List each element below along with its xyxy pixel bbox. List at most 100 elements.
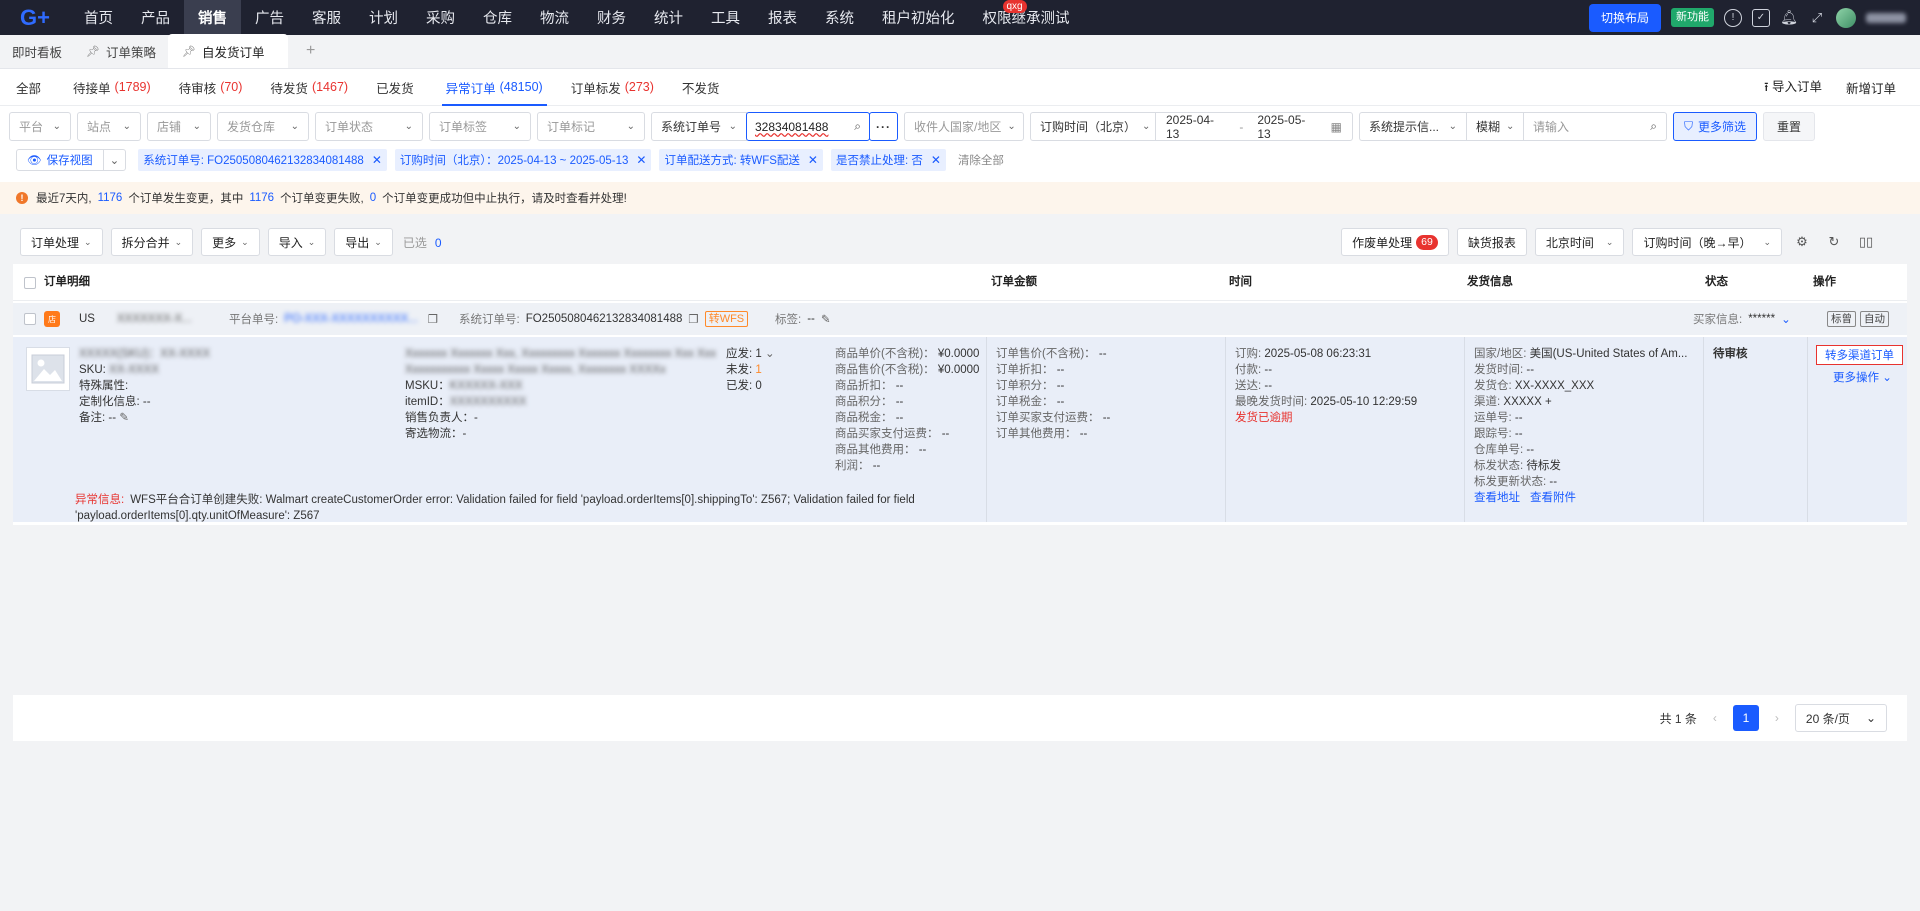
user-name-blurred[interactable] [1866,12,1906,23]
close-icon[interactable]: ✕ [372,153,382,167]
shop-select[interactable]: 店铺 ⌄ [147,112,211,141]
sort-select[interactable]: 订购时间（晚→早） ⌄ [1632,228,1782,256]
nav-item-10[interactable]: 统计 [640,0,697,35]
new-feature-button[interactable]: 新功能 [1671,8,1714,27]
more-button[interactable]: 更多 ⌄ [201,228,260,256]
fullscreen-icon[interactable]: ⤢ [1808,9,1826,27]
edit-icon[interactable]: ✎ [119,412,129,424]
app-logo[interactable]: G+ [0,0,70,35]
order-status-select[interactable]: 订单状态 ⌄ [315,112,423,141]
nav-item-8[interactable]: 物流 [526,0,583,35]
more-search-button[interactable]: ··· [869,112,898,141]
date-range-picker[interactable]: 2025-04-13-2025-05-13 ▦ [1155,112,1353,141]
close-icon[interactable]: ✕ [636,153,646,167]
site-select[interactable]: 站点 ⌄ [77,112,141,141]
nav-item-14[interactable]: 租户初始化 [868,0,969,35]
field-row: 商品买家支付运费： -- [835,428,950,440]
settings-icon[interactable]: ⚙ [1790,230,1814,254]
mark-button[interactable]: 标曾 [1827,311,1856,327]
convert-multichannel-button[interactable]: 转多渠道订单 [1816,345,1903,365]
chevron-down-icon: ⌄ [52,121,61,132]
avatar[interactable] [1836,7,1856,28]
page-1-button[interactable]: 1 [1732,705,1759,731]
nav-item-7[interactable]: 仓库 [469,0,526,35]
add-order-button[interactable]: 新增订单 [1846,78,1896,97]
next-page-icon[interactable]: › [1775,711,1779,725]
prev-page-icon[interactable]: ‹ [1713,711,1717,725]
status-tab-1[interactable]: 待接单 (1789) [59,69,165,106]
nav-item-9[interactable]: 财务 [583,0,640,35]
view-attachment-link[interactable]: 查看附件 [1530,492,1576,504]
auto-button[interactable]: 自动 [1860,311,1889,327]
row-checkbox[interactable] [24,303,36,335]
edit-icon[interactable]: ✎ [821,312,831,326]
keyword-input[interactable]: 请输入 ⌕ [1523,112,1667,141]
task-icon[interactable]: ✓ [1752,8,1770,27]
add-tab-button[interactable]: + [288,34,333,68]
nav-item-15[interactable]: 权限继承测试 qxg [969,0,1084,35]
clear-all-link[interactable]: 清除全部 [958,152,1004,168]
copy-icon[interactable]: ❐ [688,312,698,326]
close-icon[interactable]: ✕ [808,153,818,167]
page-size-select[interactable]: 20 条/页 ⌄ [1794,704,1887,732]
chevron-down-icon[interactable]: ⌄ [765,348,775,360]
select-all-checkbox[interactable] [24,277,36,289]
split-merge-button[interactable]: 拆分合并 ⌄ [110,228,194,256]
refresh-icon[interactable]: ↻ [1822,230,1846,254]
switch-layout-button[interactable]: 切换布局 [1588,3,1661,32]
system-tip-select[interactable]: 系统提示信... ⌄ [1359,112,1467,141]
import-button[interactable]: 导入 ⌄ [267,228,327,256]
nav-badge: qxg [1002,0,1027,13]
status-tab-2[interactable]: 待审核 (70) [165,69,257,106]
reset-button[interactable]: 重置 [1763,112,1816,141]
nav-item-12[interactable]: 报表 [754,0,811,35]
status-tab-5[interactable]: 异常订单 (48150) [432,69,557,106]
status-tab-3[interactable]: 待发货 (1467) [256,69,362,106]
order-tag-select[interactable]: 订单标签 ⌄ [429,112,531,141]
status-tab-4[interactable]: 已发货 [362,69,432,106]
copy-icon[interactable]: ❐ [428,312,438,326]
chevron-down-icon[interactable]: ⌄ [104,153,126,167]
nav-item-11[interactable]: 工具 [697,0,754,35]
order-mark-select[interactable]: 订单标记 ⌄ [537,112,645,141]
import-order-button[interactable]: ⭱ 导入订单 [1764,76,1822,99]
timezone-select[interactable]: 北京时间 ⌄ [1534,228,1625,256]
more-actions-link[interactable]: 更多操作 ⌄ [1833,370,1892,386]
search-icon[interactable]: ⌕ [854,119,861,134]
product-image[interactable] [26,347,70,391]
search-icon[interactable]: ⌕ [1650,119,1657,134]
match-mode-select[interactable]: 模糊 ⌄ [1466,112,1524,141]
status-tab-7[interactable]: 不发货 [668,69,738,106]
recipient-country-select[interactable]: 收件人国家/地区 ⌄ [904,112,1024,141]
page-tab-self-ship-orders[interactable]: 📌︎ 自发货订单 [168,34,288,68]
voided-orders-button[interactable]: 作废单处理 69 [1341,228,1449,256]
shortage-report-button[interactable]: 缺货报表 [1456,228,1527,256]
page-tab-order-strategy[interactable]: 📌︎ 订单策略 [74,34,168,68]
nav-item-1[interactable]: 产品 [127,0,184,35]
close-icon[interactable]: ✕ [931,153,941,167]
status-tab-0[interactable]: 全部 [2,69,59,106]
nav-item-3[interactable]: 广告 [241,0,298,35]
export-button[interactable]: 导出 ⌄ [334,228,393,256]
nav-item-4[interactable]: 客服 [298,0,355,35]
view-address-link[interactable]: 查看地址 [1474,492,1520,504]
nav-item-0[interactable]: 首页 [70,0,127,35]
time-field-select[interactable]: 订购时间（北京） ⌄ [1030,112,1156,141]
nav-item-5[interactable]: 计划 [355,0,412,35]
bell-icon[interactable]: 🔔︎ [1780,9,1798,27]
more-filter-button[interactable]: ⛉ 更多筛选 [1673,112,1758,141]
save-view-button[interactable]: 👁︎ 保存视图 ⌄ [16,149,127,171]
nav-item-2[interactable]: 销售 [184,0,241,35]
search-field-select[interactable]: 系统订单号 ⌄ [651,112,747,141]
status-tab-6[interactable]: 订单标发 (273) [557,69,668,106]
book-icon[interactable]: ▯▯ [1854,230,1878,254]
order-process-button[interactable]: 订单处理 ⌄ [20,228,103,256]
platform-select[interactable]: 平台 ⌄ [9,112,71,141]
nav-item-13[interactable]: 系统 [811,0,868,35]
nav-item-6[interactable]: 采购 [412,0,469,35]
chevron-down-icon[interactable]: ⌄ [1781,312,1791,326]
page-tab-dashboard[interactable]: 即时看板 [0,34,74,68]
order-search-input[interactable]: 32834081488 ⌕ [746,112,870,141]
warehouse-select[interactable]: 发货仓库 ⌄ [217,112,309,141]
info-icon[interactable]: ! [1724,8,1742,27]
